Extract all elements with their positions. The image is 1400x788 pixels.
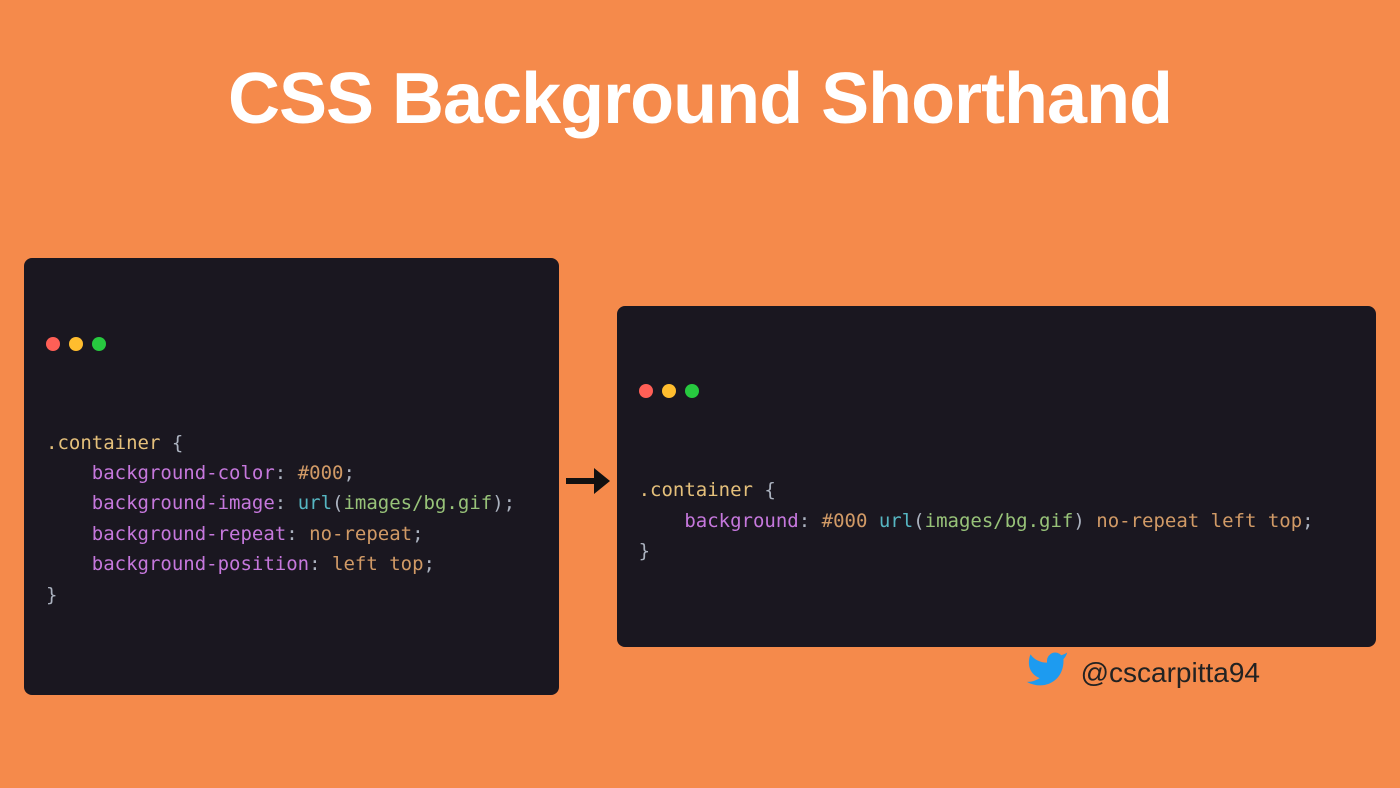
arrow-right-icon (559, 458, 617, 506)
maximize-icon (685, 384, 699, 398)
author-credit: @cscarpitta94 (1025, 647, 1260, 698)
page-title: CSS Background Shorthand (0, 0, 1400, 140)
code-comparison-row: .container { background-color: #000; bac… (24, 258, 1376, 695)
close-icon (639, 384, 653, 398)
minimize-icon (662, 384, 676, 398)
twitter-icon (1025, 647, 1069, 698)
minimize-icon (69, 337, 83, 351)
window-controls (46, 337, 537, 351)
code-content-right: .container { background: #000 url(images… (639, 475, 1354, 566)
code-content-left: .container { background-color: #000; bac… (46, 428, 537, 610)
maximize-icon (92, 337, 106, 351)
code-block-shorthand: .container { background: #000 url(images… (617, 306, 1376, 648)
author-handle: @cscarpitta94 (1081, 657, 1260, 689)
close-icon (46, 337, 60, 351)
window-controls (639, 384, 1354, 398)
code-block-longhand: .container { background-color: #000; bac… (24, 258, 559, 695)
